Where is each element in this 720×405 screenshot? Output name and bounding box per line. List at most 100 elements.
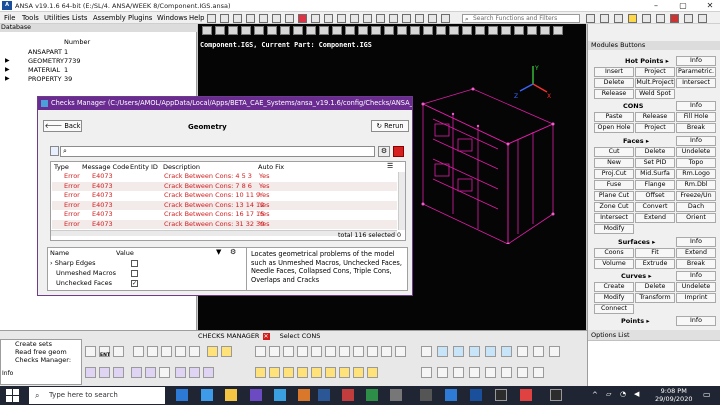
column-id[interactable]: ID [151, 163, 158, 171]
dach-button[interactable]: Dach [676, 202, 716, 212]
mult-project-button[interactable]: Mult.Project [635, 78, 675, 88]
dots-icon[interactable] [517, 346, 528, 357]
excel-icon[interactable] [366, 389, 378, 401]
deck-icon-11[interactable] [441, 14, 450, 23]
cube-icon[interactable] [437, 346, 448, 357]
app-icon-6[interactable] [495, 389, 507, 401]
deck-icon-7[interactable] [389, 14, 398, 23]
expand-arrow-icon[interactable]: › [50, 259, 53, 267]
clip-icon[interactable] [371, 26, 381, 35]
database-row-geometry[interactable]: ▶ GEOMETRY 7739 [0, 57, 190, 66]
paint-icon[interactable] [628, 14, 637, 23]
task-view-icon[interactable] [176, 389, 188, 401]
set-pid-button[interactable]: Set PID [635, 158, 675, 168]
view-side-icon[interactable] [254, 26, 264, 35]
lock-icon[interactable] [642, 14, 651, 23]
prop-row-unchecked-faces[interactable]: Unchecked Faces [56, 278, 112, 288]
slash-icon[interactable] [311, 346, 322, 357]
open-hole-button[interactable]: Open Hole [594, 123, 634, 133]
highlight-icon[interactable] [207, 346, 218, 357]
view-front-icon[interactable] [215, 26, 225, 35]
purple-shape-icon-6[interactable] [189, 367, 200, 378]
tray-chevron-icon[interactable]: ^ [592, 391, 598, 399]
perspective-icon[interactable] [267, 26, 277, 35]
column-chooser-icon[interactable]: ☰ [387, 162, 393, 170]
line-icon[interactable] [255, 346, 266, 357]
zoom-icon[interactable] [293, 26, 303, 35]
curves-create-button[interactable]: Create [594, 282, 634, 292]
database-row-ansapart[interactable]: ANSAPART 1 [0, 48, 190, 57]
ansa-deck-icon[interactable] [298, 14, 307, 23]
table-row[interactable]: Error E4073 Crack Between Cons: 4 5 3 Ye… [52, 172, 397, 182]
filter-toggle-icon[interactable] [50, 146, 59, 156]
parametric-button[interactable]: Parametric. [676, 67, 716, 77]
curves-undelete-button[interactable]: Undelete [676, 282, 716, 292]
deck-icon-4[interactable] [350, 14, 359, 23]
cube-icon-2[interactable] [453, 346, 464, 357]
menu-file[interactable]: File [4, 12, 15, 24]
fuse-button[interactable]: Fuse [594, 180, 634, 190]
purple-shape-icon-7[interactable] [203, 367, 214, 378]
lighting-icon[interactable] [358, 26, 368, 35]
view-iso-icon[interactable] [228, 26, 238, 35]
layout-icon[interactable] [285, 14, 294, 23]
faces-cut-button[interactable]: Cut [594, 147, 634, 157]
deck-icon-5[interactable] [363, 14, 372, 23]
proj-cut-button[interactable]: Proj.Cut [594, 169, 634, 179]
select-icon[interactable] [85, 346, 96, 357]
ent-select-icon[interactable] [421, 346, 432, 357]
release-button[interactable]: Release [594, 89, 634, 99]
table-row[interactable]: Error E4073 Crack Between Cons: 16 17 15… [52, 210, 397, 220]
prop-row-unmeshed-macros[interactable]: Unmeshed Macros [56, 268, 116, 278]
expand-arrow-icon[interactable]: ▶ [5, 66, 10, 75]
table-row[interactable]: Error E4073 Crack Between Cons: 7 8 6 Ye… [52, 181, 397, 191]
mail-icon[interactable] [274, 389, 286, 401]
surfaces-break-button[interactable]: Break [676, 259, 716, 269]
ent-icon[interactable]: ENT [99, 346, 110, 358]
angle-icon[interactable] [133, 346, 144, 357]
trim-icon[interactable] [381, 346, 392, 357]
view-fit-icon[interactable] [202, 26, 212, 35]
file-explorer-icon[interactable] [225, 389, 237, 401]
gear-icon[interactable]: ⚙ [378, 146, 390, 157]
extrude-button[interactable]: Extrude [635, 259, 675, 269]
cons-break-button[interactable]: Break [676, 123, 716, 133]
scale-icon[interactable] [501, 367, 512, 378]
cube-icon-5[interactable] [501, 346, 512, 357]
weld-spot-button[interactable]: Weld Spot [635, 89, 675, 99]
cons-project-button[interactable]: Project [635, 123, 675, 133]
freehand-icon[interactable] [189, 346, 200, 357]
coons-button[interactable]: Coons [594, 248, 634, 258]
faces-info-button[interactable]: Info [676, 136, 716, 146]
deck-icon-9[interactable] [415, 14, 424, 23]
dialog-title-bar[interactable]: Checks Manager (C:/Users/AMOL/AppData/Lo… [38, 97, 412, 110]
deck-icon-10[interactable] [428, 14, 437, 23]
column-message-code[interactable]: Message Code [82, 163, 129, 171]
highlight-icon-2[interactable] [221, 346, 232, 357]
unmeshed-macros-checkbox[interactable] [131, 270, 138, 277]
yellow-shape-icon-8[interactable] [353, 367, 364, 378]
maximize-button[interactable]: ▢ [674, 0, 692, 12]
fit-button[interactable]: Fit [635, 248, 675, 258]
i-beam-icon[interactable] [159, 367, 170, 378]
column-description[interactable]: Description [163, 163, 200, 171]
search-input[interactable]: ⌕ Search Functions and Filters [462, 13, 580, 23]
app-icon-5[interactable] [445, 389, 457, 401]
circle-dot-icon[interactable] [533, 346, 544, 357]
plus-icon[interactable] [269, 346, 280, 357]
app-icon-7[interactable] [520, 389, 532, 401]
deck-icon-6[interactable] [376, 14, 385, 23]
network-icon[interactable]: ▱ [606, 390, 611, 398]
fillet-icon[interactable] [339, 346, 350, 357]
layers-icon[interactable] [436, 26, 446, 35]
link-icon[interactable] [147, 346, 158, 357]
surfaces-info-button[interactable]: Info [676, 237, 716, 247]
more-icon[interactable] [549, 346, 560, 357]
arrow-icon[interactable] [421, 367, 432, 378]
polygon-icon[interactable] [175, 346, 186, 357]
rm-logo-button[interactable]: Rm.Logo [676, 169, 716, 179]
arc-icon[interactable] [297, 346, 308, 357]
close-button[interactable]: ✕ [701, 0, 719, 12]
color-icon[interactable] [475, 26, 485, 35]
connect-button[interactable]: Connect [594, 304, 634, 314]
